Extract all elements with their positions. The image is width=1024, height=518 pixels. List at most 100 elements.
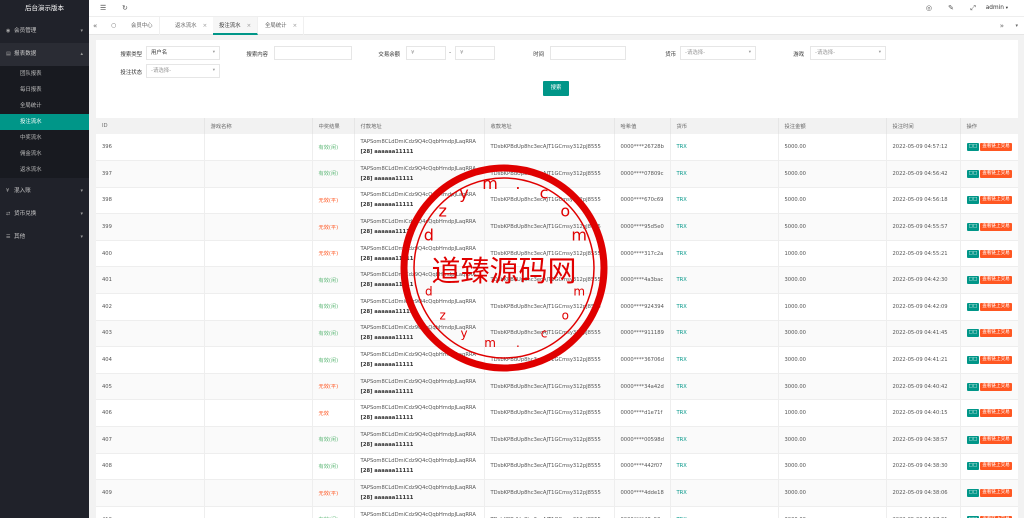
home-icon[interactable]: ○ (111, 17, 116, 35)
pay-user-tag: [28] aaaaaa11111 (360, 282, 414, 289)
fullscreen-icon[interactable]: ⤢ (970, 0, 976, 17)
col-time[interactable]: 投注时间 (886, 118, 961, 134)
bet-status-select[interactable]: -请选择- ▾ (146, 64, 220, 78)
view-chain-tx-button[interactable]: 查看链上交易 (980, 249, 1012, 258)
detail-button[interactable]: □□ (966, 143, 980, 152)
cell-id: 408 (96, 453, 205, 481)
col-actions[interactable]: 操作 (960, 118, 1018, 134)
close-icon[interactable]: × (247, 23, 252, 29)
view-chain-tx-button[interactable]: 查看链上交易 (980, 435, 1012, 444)
amount-min-input[interactable]: ¥ (406, 46, 446, 60)
user-menu[interactable]: admin ▾ (986, 0, 1008, 17)
view-chain-tx-button[interactable]: 查看链上交易 (980, 196, 1012, 205)
tab-rebate-flow[interactable]: 返水流水 × (169, 17, 215, 35)
cell-amount: 1000.00 (778, 240, 887, 268)
search-type-select[interactable]: 用户名 ▾ (146, 46, 220, 60)
sidebar-item-global-stats[interactable]: 全局统计 (0, 98, 89, 114)
col-currency[interactable]: 货币 (670, 118, 779, 134)
tabs-scroll-left-icon[interactable]: « (93, 17, 97, 35)
cell-hash: 0000****4dde18 (614, 479, 671, 507)
pay-address: TAPSom8CLdDmiCdz9Q4cQqbHmdpJLaqRRA (360, 245, 476, 252)
cell-currency: TRX (670, 506, 779, 518)
view-chain-tx-button[interactable]: 查看链上交易 (980, 462, 1012, 471)
cell-actions: □□查看链上交易 (960, 426, 1018, 454)
tab-global-stats[interactable]: 全局统计 × (259, 17, 305, 35)
sidebar-group-exchange[interactable]: ⇄ 货币兑换 ▾ (0, 203, 89, 226)
top-bar: ☰ ↻ ◎ ✎ ⤢ admin ▾ (89, 0, 1024, 17)
view-chain-tx-button[interactable]: 查看链上交易 (980, 382, 1012, 391)
sidebar-item-win-flow[interactable]: 中奖流水 (0, 130, 89, 146)
cell-amount: 3000.00 (778, 479, 887, 507)
sidebar-item-daily-report[interactable]: 每日报表 (0, 82, 89, 98)
col-result[interactable]: 中奖结果 (312, 118, 355, 134)
menu-toggle-icon[interactable]: ☰ (100, 0, 106, 17)
cell-time: 2022-05-09 04:42:30 (886, 266, 961, 295)
detail-button[interactable]: □□ (966, 276, 980, 285)
tabs-scroll-right-icon[interactable]: » (1000, 17, 1004, 35)
col-id[interactable]: ID (96, 118, 205, 134)
cell-recv-address: TDsbKPBdUp8hc3ecAJT1GCmsy312pJ8555 (484, 399, 615, 428)
search-content-input[interactable] (274, 46, 352, 60)
detail-button[interactable]: □□ (966, 329, 980, 338)
sidebar-group-members[interactable]: ◉ 会员管理 ▾ (0, 20, 89, 43)
detail-button[interactable]: □□ (966, 223, 980, 232)
sidebar-item-rebate-flow[interactable]: 返水流水 (0, 162, 89, 178)
detail-button[interactable]: □□ (966, 356, 980, 365)
detail-button[interactable]: □□ (966, 489, 980, 498)
note-icon[interactable]: ✎ (948, 0, 954, 17)
col-hash[interactable]: 哈希值 (614, 118, 671, 134)
sidebar-group-reports[interactable]: ▤ 报表数据 ▴ (0, 43, 89, 66)
chevron-down-icon: ▾ (212, 68, 215, 73)
cell-result: 无效(平) (312, 479, 355, 507)
col-game-name[interactable]: 游戏名称 (204, 118, 313, 134)
sidebar-item-commission-flow[interactable]: 佣金流水 (0, 146, 89, 162)
sidebar-group-other[interactable]: ☰ 其他 ▾ (0, 226, 89, 249)
view-chain-tx-button[interactable]: 查看链上交易 (980, 302, 1012, 311)
sidebar-item-bet-flow[interactable]: 投注流水 (0, 114, 89, 130)
view-chain-tx-button[interactable]: 查看链上交易 (980, 223, 1012, 232)
col-recv-address[interactable]: 收款地址 (484, 118, 615, 134)
sidebar-item-team-report[interactable]: 团队报表 (0, 66, 89, 82)
cell-id: 404 (96, 346, 205, 374)
cell-recv-address: TDsbKPBdUp8hc3ecAJT1GCmsy312pJ8555 (484, 479, 615, 507)
cell-hash: 0000****07809c (614, 160, 671, 188)
game-select[interactable]: -请选择- ▾ (810, 46, 886, 60)
detail-button[interactable]: □□ (966, 249, 980, 258)
pay-user-tag: [28] aaaaaa11111 (360, 335, 414, 342)
detail-button[interactable]: □□ (966, 169, 980, 178)
cell-amount: 3000.00 (778, 426, 887, 454)
detail-button[interactable]: □□ (966, 435, 980, 444)
currency-select[interactable]: -请选择- ▾ (680, 46, 756, 60)
refresh-icon[interactable]: ↻ (122, 0, 128, 17)
theme-icon[interactable]: ◎ (926, 0, 932, 17)
currency-symbol: ¥ (460, 50, 464, 56)
close-icon[interactable]: × (203, 23, 208, 29)
col-pay-address[interactable]: 付款地址 (354, 118, 485, 134)
col-amount[interactable]: 投注金额 (778, 118, 887, 134)
tabs-menu-icon[interactable]: ▾ (1015, 17, 1018, 35)
view-chain-tx-button[interactable]: 查看链上交易 (980, 329, 1012, 338)
sidebar-group-deposit[interactable]: ¥ 混入账 ▾ (0, 180, 89, 203)
close-icon[interactable]: × (293, 23, 298, 29)
view-chain-tx-button[interactable]: 查看链上交易 (980, 143, 1012, 152)
time-input[interactable] (550, 46, 626, 60)
detail-button[interactable]: □□ (966, 196, 980, 205)
detail-button[interactable]: □□ (966, 462, 980, 471)
detail-button[interactable]: □□ (966, 302, 980, 311)
amount-max-input[interactable]: ¥ (455, 46, 495, 60)
view-chain-tx-button[interactable]: 查看链上交易 (980, 169, 1012, 178)
cell-pay-address: TAPSom8CLdDmiCdz9Q4cQqbHmdpJLaqRRA [28] a… (354, 426, 485, 454)
detail-button[interactable]: □□ (966, 409, 980, 418)
view-chain-tx-button[interactable]: 查看链上交易 (980, 489, 1012, 498)
tab-member-center[interactable]: 会员中心 (125, 17, 160, 35)
cell-time: 2022-05-09 04:56:18 (886, 187, 961, 215)
view-chain-tx-button[interactable]: 查看链上交易 (980, 356, 1012, 365)
cell-recv-address: TDsbKPBdUp8hc3ecAJT1GCmsy312pJ8555 (484, 346, 615, 374)
cell-amount: 3000.00 (778, 453, 887, 481)
pay-address: TAPSom8CLdDmiCdz9Q4cQqbHmdpJLaqRRA (360, 272, 476, 279)
view-chain-tx-button[interactable]: 查看链上交易 (980, 409, 1012, 418)
view-chain-tx-button[interactable]: 查看链上交易 (980, 276, 1012, 285)
search-button[interactable]: 搜索 (543, 81, 569, 96)
tab-bet-flow[interactable]: 投注流水 × (213, 17, 259, 35)
detail-button[interactable]: □□ (966, 382, 980, 391)
